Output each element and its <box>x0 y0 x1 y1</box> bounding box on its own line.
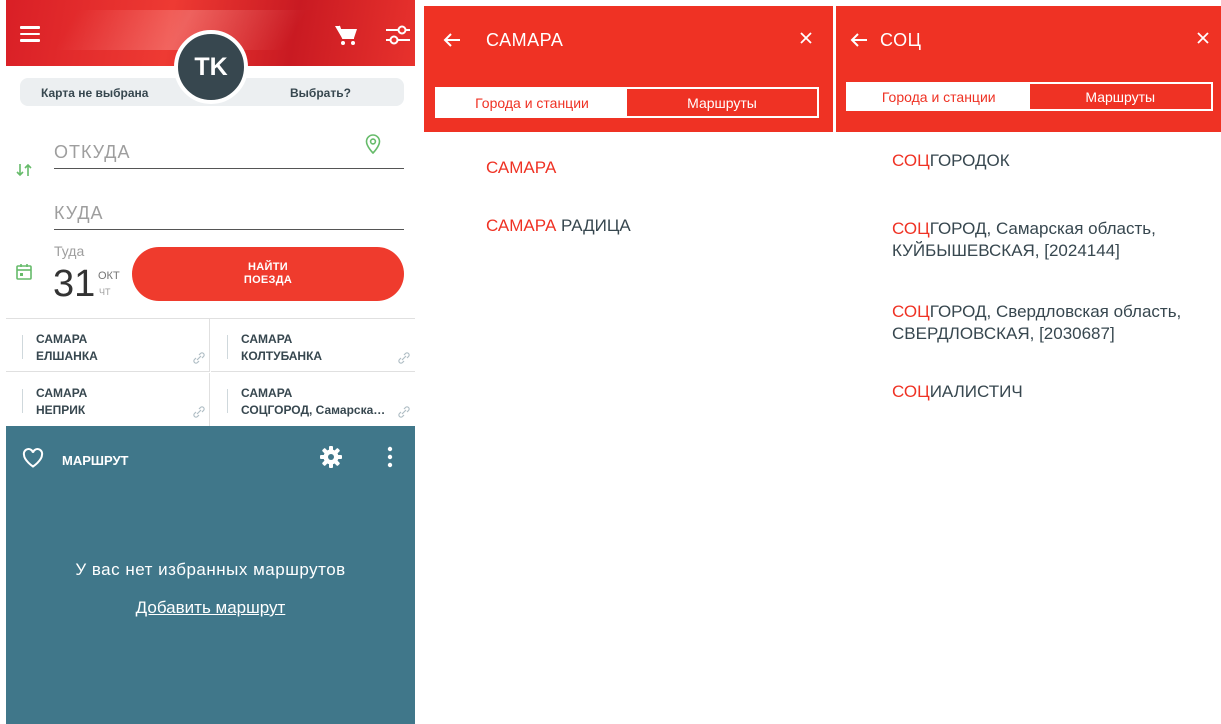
calendar-icon[interactable] <box>16 263 32 280</box>
search-result[interactable]: СОЦГОРОДОК <box>892 150 1217 172</box>
route-from: САМАРА <box>36 386 88 400</box>
route-to: НЕПРИК <box>36 403 86 417</box>
station-search-screen: Города и станции Маршруты САМАРА САМАРА … <box>424 0 833 724</box>
more-vert-icon[interactable] <box>386 446 394 468</box>
cart-icon[interactable] <box>334 24 358 46</box>
search-tabs: Города и станции Маршруты <box>846 82 1213 111</box>
favorites-section: МАРШРУТ У вас нет избранных маршрутов До… <box>6 426 415 724</box>
result-match: СОЦ <box>892 382 930 401</box>
result-rest: ГОРОДОК <box>929 151 1010 170</box>
main-screen: Карта не выбрана Выбрать? TK Туда 31 ОКТ… <box>6 0 415 724</box>
route-to: КОЛТУБАНКА <box>241 349 323 363</box>
filter-icon[interactable] <box>386 25 410 45</box>
back-arrow-icon[interactable] <box>850 32 868 48</box>
search-result[interactable]: СОЦГОРОД, Самарская область, КУЙБЫШЕВСКА… <box>892 218 1217 262</box>
location-pin-icon[interactable] <box>364 134 382 154</box>
link-icon <box>193 352 205 364</box>
avatar[interactable]: TK <box>174 30 248 104</box>
route-from: САМАРА <box>241 386 293 400</box>
search-input[interactable] <box>486 26 776 54</box>
card-status: Карта не выбрана <box>41 86 149 100</box>
tab-cities-stations[interactable]: Города и станции <box>848 84 1030 109</box>
route-from: САМАРА <box>36 332 88 346</box>
find-button-line1: НАЙТИ <box>248 261 288 273</box>
recent-routes: САМАРА ЕЛШАНКА САМАРА КОЛТУБАНКА САМАРА … <box>6 318 415 427</box>
result-match: САМАРА <box>486 158 557 177</box>
add-route-link[interactable]: Добавить маршрут <box>6 598 415 618</box>
route-line <box>227 389 228 413</box>
result-match: СОЦ <box>892 302 930 321</box>
date-day[interactable]: 31 <box>53 262 95 306</box>
avatar-initials: TK <box>194 52 228 81</box>
search-result[interactable]: САМАРА РАДИЦА <box>486 215 631 237</box>
search-input[interactable] <box>880 26 1170 54</box>
find-button-line2: ПОЕЗДА <box>243 274 293 286</box>
result-match: СОЦ <box>892 219 930 238</box>
result-rest: ГОРОД, Свердловская область, СВЕРДЛОВСКА… <box>892 302 1182 343</box>
route-line <box>22 335 23 359</box>
search-result[interactable]: САМАРА <box>486 157 556 179</box>
result-rest: ИАЛИСТИЧ <box>929 382 1023 401</box>
from-input[interactable] <box>54 136 404 169</box>
date-label: Туда <box>54 243 85 259</box>
close-icon[interactable] <box>800 32 812 44</box>
search-result[interactable]: СОЦГОРОД, Свердловская область, СВЕРДЛОВ… <box>892 301 1217 345</box>
recent-route[interactable]: САМАРА КОЛТУБАНКА <box>211 319 415 372</box>
find-trains-button[interactable]: НАЙТИ ПОЕЗДА <box>132 247 404 301</box>
favorites-title: МАРШРУТ <box>62 453 129 468</box>
gear-icon[interactable] <box>320 446 342 468</box>
tab-routes[interactable]: Маршруты <box>627 89 817 116</box>
menu-icon[interactable] <box>20 26 40 42</box>
recent-route[interactable]: САМАРА ЕЛШАНКА <box>6 319 210 372</box>
search-tabs: Города и станции Маршруты <box>435 87 819 118</box>
search-result[interactable]: СОЦИАЛИСТИЧ <box>892 381 1217 403</box>
to-input[interactable] <box>54 197 404 230</box>
choose-card-link[interactable]: Выбрать? <box>290 86 351 100</box>
result-match: СОЦ <box>892 151 930 170</box>
link-icon <box>398 406 410 418</box>
recent-route[interactable]: САМАРА СОЦГОРОД, Самарская область <box>211 373 415 426</box>
route-to: СОЦГОРОД, Самарская область <box>241 403 389 417</box>
swap-icon[interactable] <box>16 162 32 178</box>
station-search-screen-2: Города и станции Маршруты СОЦГОРОДОК СОЦ… <box>836 0 1221 724</box>
link-icon <box>193 406 205 418</box>
favorites-empty-text: У вас нет избранных маршрутов <box>75 560 346 579</box>
result-rest: ГОРОД, Самарская область, КУЙБЫШЕВСКАЯ, … <box>892 219 1156 260</box>
search-header: Города и станции Маршруты <box>424 6 833 132</box>
search-header: Города и станции Маршруты <box>836 6 1221 132</box>
route-line <box>227 335 228 359</box>
result-rest: РАДИЦА <box>556 216 631 235</box>
route-to: ЕЛШАНКА <box>36 349 98 363</box>
date-weekday: ЧТ <box>99 287 111 297</box>
result-match: САМАРА <box>486 216 557 235</box>
close-icon[interactable] <box>1197 32 1209 44</box>
recent-route[interactable]: САМАРА НЕПРИК <box>6 373 210 426</box>
link-icon <box>398 352 410 364</box>
tab-routes[interactable]: Маршруты <box>1029 84 1211 109</box>
route-line <box>22 389 23 413</box>
tab-cities-stations[interactable]: Города и станции <box>437 89 627 116</box>
heart-icon[interactable] <box>22 448 44 468</box>
route-from: САМАРА <box>241 332 293 346</box>
back-arrow-icon[interactable] <box>443 32 461 48</box>
date-month: ОКТ <box>98 270 120 282</box>
